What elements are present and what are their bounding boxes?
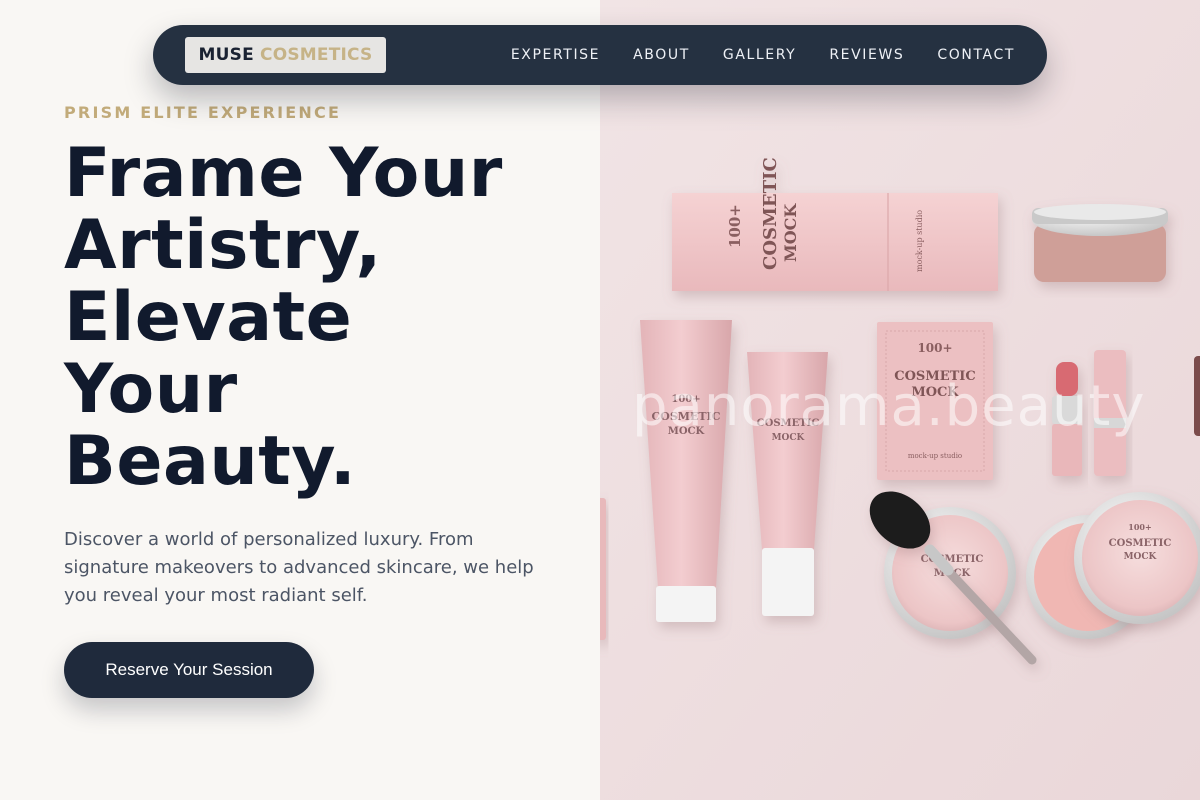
- tube-large-sub: MOCK: [668, 426, 705, 437]
- brand-logo[interactable]: MUSE COSMETICS: [185, 37, 386, 73]
- powder-jar: [1032, 204, 1168, 282]
- hero-description: Discover a world of personalized luxury.…: [64, 529, 534, 606]
- cosmetic-sachet: 100+ COSMETIC MOCK mock-up studio: [877, 322, 993, 480]
- headline-line-3: Elevate: [64, 278, 353, 357]
- hero-image-panel: 100+ COSMETIC MOCK mock-up studio 100+ C…: [600, 0, 1200, 800]
- compact-lid-sub: MOCK: [1124, 552, 1158, 562]
- box-text-studio: mock-up studio: [915, 210, 924, 272]
- nav-link-reviews[interactable]: REVIEWS: [829, 47, 904, 63]
- cosmetics-product-photo: 100+ COSMETIC MOCK mock-up studio 100+ C…: [600, 0, 1200, 800]
- top-navigation-bar: MUSE COSMETICS EXPERTISE ABOUT GALLERY R…: [153, 25, 1047, 85]
- headline-line-2: Artistry,: [64, 206, 382, 285]
- hero-headline: Frame Your Artistry, Elevate Your Beauty…: [64, 138, 584, 498]
- compact-lid-number: 100+: [1128, 522, 1151, 532]
- partial-bottle-right: [1194, 356, 1200, 436]
- tube-small-sub: MOCK: [772, 433, 806, 443]
- logo-primary-text: MUSE: [198, 45, 254, 65]
- nav-links: EXPERTISE ABOUT GALLERY REVIEWS CONTACT: [478, 25, 1015, 85]
- box-text-sub: MOCK: [781, 203, 800, 262]
- tube-large-brand: COSMETIC: [652, 410, 721, 423]
- headline-line-5: Beauty.: [64, 422, 357, 501]
- headline-line-4: Your: [64, 350, 238, 429]
- sachet-number: 100+: [917, 341, 952, 355]
- nav-link-contact[interactable]: CONTACT: [937, 47, 1015, 63]
- logo-secondary-text: COSMETICS: [260, 45, 373, 65]
- lipstick-closed: [1094, 350, 1126, 476]
- nav-link-expertise[interactable]: EXPERTISE: [511, 47, 600, 63]
- compact-lid-brand: COSMETIC: [1109, 538, 1172, 549]
- compact-lid: 100+ COSMETIC MOCK: [1074, 492, 1200, 624]
- partial-tube-left: [600, 498, 606, 640]
- tube-small-brand: COSMETIC: [757, 418, 820, 429]
- box-text-brand: COSMETIC: [760, 157, 781, 270]
- sachet-studio: mock-up studio: [908, 452, 962, 460]
- sachet-brand: COSMETIC: [894, 369, 975, 384]
- sachet-sub: MOCK: [911, 385, 959, 400]
- nav-link-about[interactable]: ABOUT: [633, 47, 690, 63]
- tube-large-number: 100+: [671, 394, 700, 405]
- lipstick-open: [1052, 362, 1082, 476]
- box-text-number: 100+: [726, 204, 744, 248]
- hero-eyebrow: PRISM ELITE EXPERIENCE: [64, 103, 342, 122]
- nav-link-gallery[interactable]: GALLERY: [723, 47, 796, 63]
- reserve-session-button[interactable]: Reserve Your Session: [64, 642, 314, 698]
- headline-line-1: Frame Your: [64, 134, 503, 213]
